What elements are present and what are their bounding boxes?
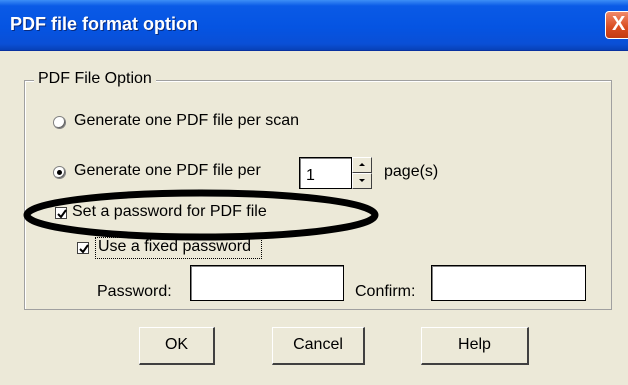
fixed-password-label[interactable]: Use a fixed password (98, 238, 251, 256)
radio-per-pages[interactable] (53, 166, 66, 179)
help-button[interactable]: Help (421, 327, 529, 365)
radio-per-scan[interactable] (53, 116, 66, 129)
window-title: PDF file format option (10, 14, 198, 34)
spin-down-button[interactable] (352, 173, 372, 189)
password-label: Password: (97, 283, 172, 300)
radio-per-pages-label[interactable]: Generate one PDF file per (74, 162, 261, 180)
pages-suffix-label: page(s) (384, 163, 439, 180)
confirm-label: Confirm: (355, 283, 416, 300)
set-password-checkbox[interactable] (55, 207, 67, 219)
title-bar[interactable]: PDF file format option X (0, 0, 628, 51)
close-button[interactable]: X (605, 11, 628, 39)
confirm-field[interactable] (431, 265, 586, 301)
fixed-password-checkbox[interactable] (77, 242, 89, 254)
cancel-button[interactable]: Cancel (272, 327, 365, 365)
ok-button[interactable]: OK (139, 327, 215, 365)
spin-up-button[interactable] (352, 157, 372, 173)
pages-spin-input[interactable]: 1 (299, 157, 352, 189)
group-legend: PDF File Option (34, 70, 156, 88)
close-icon: X (612, 13, 626, 35)
set-password-label[interactable]: Set a password for PDF file (72, 203, 267, 221)
checkmark-icon (79, 244, 89, 254)
checkmark-icon (57, 209, 67, 219)
password-field[interactable] (190, 265, 344, 301)
radio-per-scan-label[interactable]: Generate one PDF file per scan (74, 112, 299, 130)
